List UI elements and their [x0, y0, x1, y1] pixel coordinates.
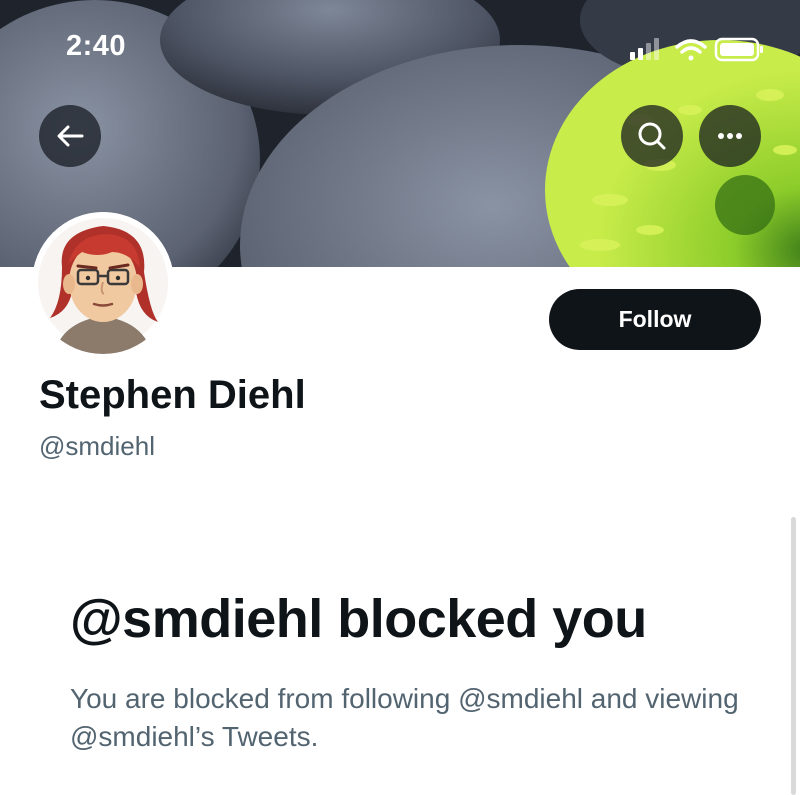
status-icons	[630, 37, 763, 62]
user-handle: @smdiehl	[39, 431, 155, 461]
follow-button[interactable]: Follow	[549, 289, 761, 350]
wifi-icon	[675, 39, 707, 61]
avatar[interactable]	[32, 212, 174, 354]
blocked-message: You are blocked from following @smdiehl …	[70, 683, 739, 752]
search-icon	[638, 122, 666, 150]
signal-icon	[630, 38, 659, 60]
scrollbar[interactable]	[791, 517, 796, 795]
back-arrow-icon	[57, 125, 84, 147]
more-button[interactable]	[699, 105, 761, 167]
more-icon	[718, 133, 742, 139]
battery-icon	[714, 37, 763, 62]
avatar-illustration	[32, 212, 174, 354]
back-button[interactable]	[39, 105, 101, 167]
blocked-title: @smdiehl blocked you	[70, 589, 647, 649]
display-name: Stephen Diehl	[39, 373, 306, 417]
search-button[interactable]	[621, 105, 683, 167]
status-time: 2:40	[66, 30, 127, 62]
